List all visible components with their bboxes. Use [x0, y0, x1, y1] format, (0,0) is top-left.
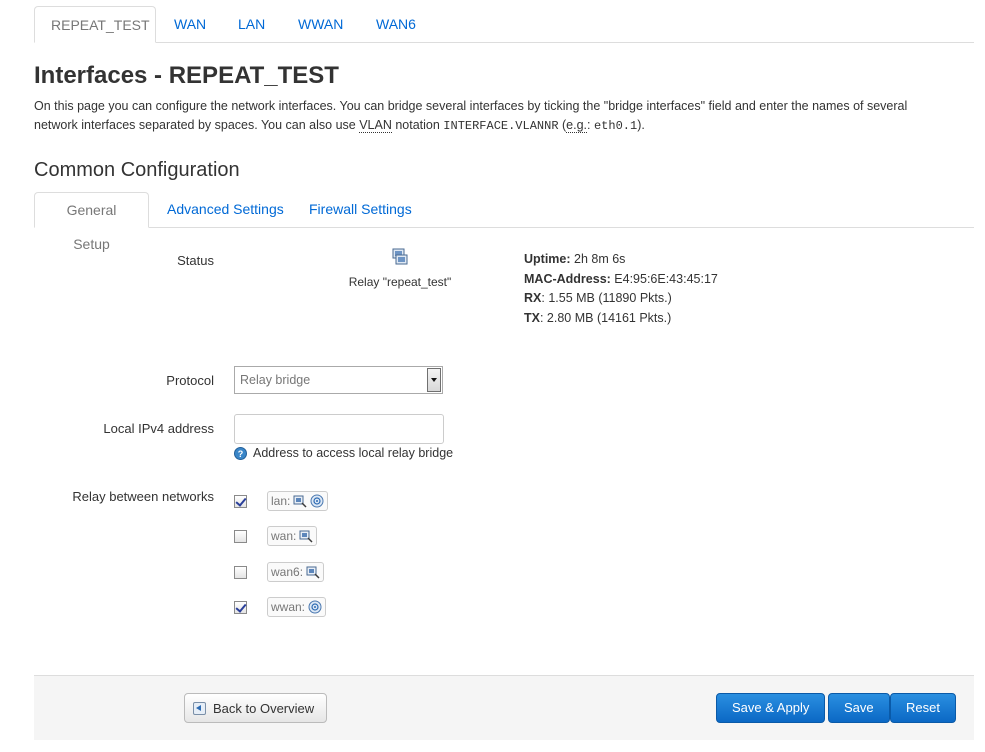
rx-line: RX: 1.55 MB (11890 Pkts.) — [524, 291, 672, 305]
relay-network-wwan: wwan: — [234, 596, 327, 618]
tab-wan6[interactable]: WAN6 — [360, 6, 432, 43]
relay-label: Relay between networks — [72, 489, 214, 504]
save-button[interactable]: Save — [828, 693, 890, 723]
wireless-icon — [308, 600, 322, 614]
status-caption: Relay "repeat_test" — [348, 275, 452, 289]
lan-badge: lan: — [267, 491, 329, 511]
page-title: Interfaces - REPEAT_TEST — [34, 62, 339, 89]
wan6-badge: wan6: — [267, 562, 325, 582]
tab-general-setup[interactable]: General Setup — [34, 192, 149, 252]
form-footer: Back to Overview Save & Apply Save Reset — [34, 675, 974, 740]
interface-tabs: REPEAT_TEST WAN LAN WWAN WAN6 — [34, 6, 974, 43]
vlan-notation-code: INTERFACE.VLANNR — [443, 119, 559, 133]
back-arrow-icon — [193, 701, 206, 715]
config-tabs: General Setup Advanced Settings Firewall… — [34, 192, 974, 252]
lan-checkbox[interactable] — [234, 494, 247, 508]
reset-button[interactable]: Reset — [890, 693, 956, 723]
tx-line: TX: 2.80 MB (14161 Pkts.) — [524, 310, 672, 325]
vlan-abbr: VLAN — [359, 118, 392, 133]
example-abbr: e.g. — [566, 118, 588, 133]
status-device: Relay "repeat_test" — [330, 248, 470, 289]
tab-wwan[interactable]: WWAN — [282, 6, 359, 43]
uptime-line: Uptime: 2h 8m 6s — [524, 252, 626, 266]
tab-lan[interactable]: LAN — [222, 6, 281, 43]
example-code: eth0.1 — [593, 119, 638, 133]
section-title: Common Configuration — [34, 159, 240, 181]
mac-line: MAC-Address: E4:95:6E:43:45:17 — [524, 271, 718, 286]
protocol-select[interactable]: Relay bridge — [234, 366, 443, 394]
wwan-checkbox[interactable] — [234, 600, 247, 614]
tab-repeat-test[interactable]: REPEAT_TEST — [34, 6, 156, 43]
wan6-checkbox[interactable] — [234, 565, 247, 579]
protocol-selected-value: Relay bridge — [240, 373, 311, 387]
wan-badge: wan: — [267, 526, 318, 546]
tab-advanced-settings[interactable]: Advanced Settings — [151, 192, 300, 228]
page-description: On this page you can configure the netwo… — [34, 99, 908, 133]
network-interface-icon — [391, 248, 409, 266]
wwan-badge: wwan: — [267, 597, 327, 617]
status-label: Status — [177, 253, 214, 268]
relay-network-lan: lan: — [234, 490, 329, 512]
chevron-down-icon[interactable] — [427, 368, 441, 392]
ethernet-icon — [299, 529, 313, 543]
ipv4-hint: ? Address to access local relay bridge — [234, 446, 453, 460]
wan-checkbox[interactable] — [234, 529, 247, 543]
status-details: Uptime: 2h 8m 6s MAC-Address: E4:95:6E:4… — [524, 250, 718, 328]
tab-firewall-settings[interactable]: Firewall Settings — [293, 192, 428, 228]
wireless-icon — [310, 494, 324, 508]
save-apply-button[interactable]: Save & Apply — [716, 693, 826, 723]
relay-network-wan6: wan6: — [234, 561, 325, 583]
relay-network-wan: wan: — [234, 525, 318, 547]
back-to-overview-button[interactable]: Back to Overview — [184, 693, 328, 723]
protocol-label: Protocol — [166, 373, 214, 388]
help-icon: ? — [234, 446, 247, 460]
ipv4-label: Local IPv4 address — [103, 421, 214, 436]
ethernet-icon — [293, 494, 307, 508]
ethernet-icon — [306, 565, 320, 579]
tab-wan[interactable]: WAN — [158, 6, 222, 43]
ipv4-address-input[interactable] — [234, 414, 444, 444]
